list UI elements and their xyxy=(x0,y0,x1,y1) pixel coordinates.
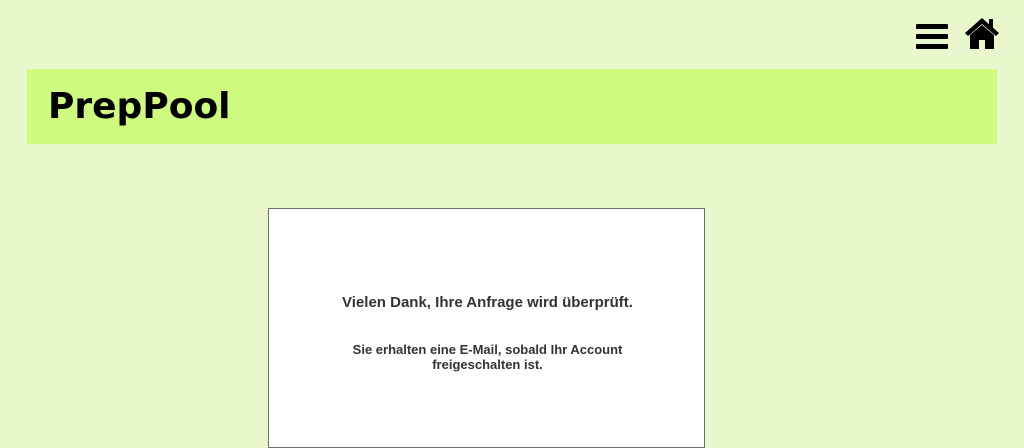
hamburger-menu-icon[interactable] xyxy=(916,24,948,50)
site-title: PrepPool xyxy=(48,86,231,127)
confirmation-message: Vielen Dank, Ihre Anfrage wird überprüft… xyxy=(342,294,633,311)
header-banner: PrepPool xyxy=(27,69,997,144)
top-bar xyxy=(0,0,1024,62)
home-icon[interactable] xyxy=(964,16,1000,50)
confirmation-card: Vielen Dank, Ihre Anfrage wird überprüft… xyxy=(268,208,705,448)
email-notice-message: Sie erhalten eine E-Mail, sobald Ihr Acc… xyxy=(352,342,623,372)
